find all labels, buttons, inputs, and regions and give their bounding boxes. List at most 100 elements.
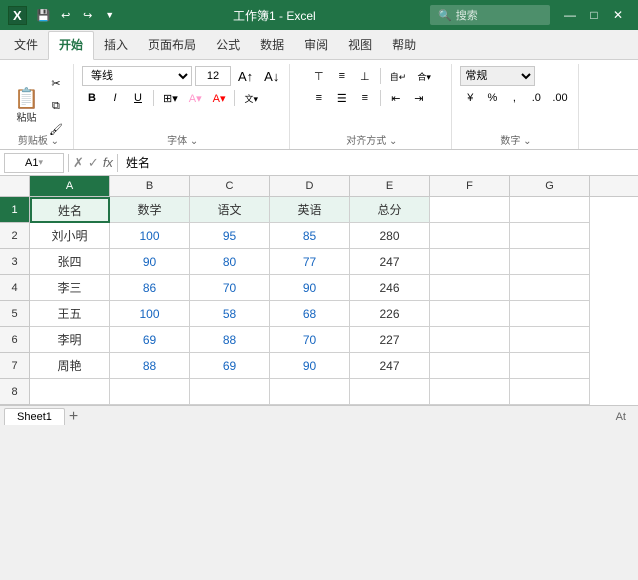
cell-a2[interactable]: 刘小明 bbox=[30, 223, 110, 249]
save-icon[interactable]: 💾 bbox=[35, 6, 53, 24]
tab-data[interactable]: 数据 bbox=[250, 32, 294, 59]
increase-font-button[interactable]: A↑ bbox=[234, 66, 257, 86]
cell-c6[interactable]: 88 bbox=[190, 327, 270, 353]
col-header-b[interactable]: B bbox=[110, 176, 190, 196]
cell-e8[interactable] bbox=[350, 379, 430, 405]
cell-b3[interactable]: 90 bbox=[110, 249, 190, 275]
cell-e2[interactable]: 280 bbox=[350, 223, 430, 249]
cell-d1[interactable]: 英语 bbox=[270, 197, 350, 223]
cell-b8[interactable] bbox=[110, 379, 190, 405]
cell-b6[interactable]: 69 bbox=[110, 327, 190, 353]
cell-g8[interactable] bbox=[510, 379, 590, 405]
row-header-5[interactable]: 5 bbox=[0, 301, 30, 327]
cell-e7[interactable]: 247 bbox=[350, 353, 430, 379]
name-box[interactable]: A1 ▾ bbox=[4, 153, 64, 173]
font-color-button[interactable]: A▾ bbox=[209, 88, 230, 108]
cell-e3[interactable]: 247 bbox=[350, 249, 430, 275]
cell-g4[interactable] bbox=[510, 275, 590, 301]
cell-a4[interactable]: 李三 bbox=[30, 275, 110, 301]
italic-button[interactable]: I bbox=[105, 88, 125, 108]
col-header-c[interactable]: C bbox=[190, 176, 270, 196]
redo-icon[interactable]: ↪ bbox=[79, 6, 97, 24]
decrease-font-button[interactable]: A↓ bbox=[260, 66, 283, 86]
cell-g2[interactable] bbox=[510, 223, 590, 249]
fill-color-button[interactable]: A▾ bbox=[185, 88, 206, 108]
cell-c7[interactable]: 69 bbox=[190, 353, 270, 379]
cell-f3[interactable] bbox=[430, 249, 510, 275]
cell-f2[interactable] bbox=[430, 223, 510, 249]
cell-c5[interactable]: 58 bbox=[190, 301, 270, 327]
align-top-button[interactable]: ⊤ bbox=[309, 66, 329, 86]
cell-b2[interactable]: 100 bbox=[110, 223, 190, 249]
cell-e4[interactable]: 246 bbox=[350, 275, 430, 301]
add-sheet-button[interactable]: + bbox=[69, 408, 78, 426]
tab-insert[interactable]: 插入 bbox=[94, 32, 138, 59]
row-header-8[interactable]: 8 bbox=[0, 379, 30, 405]
cell-e6[interactable]: 227 bbox=[350, 327, 430, 353]
tab-page-layout[interactable]: 页面布局 bbox=[138, 32, 206, 59]
tab-view[interactable]: 视图 bbox=[338, 32, 382, 59]
cell-e1[interactable]: 总分 bbox=[350, 197, 430, 223]
cell-g6[interactable] bbox=[510, 327, 590, 353]
font-name-select[interactable]: 等线 bbox=[82, 66, 192, 86]
row-header-6[interactable]: 6 bbox=[0, 327, 30, 353]
cell-g1[interactable] bbox=[510, 197, 590, 223]
cell-c4[interactable]: 70 bbox=[190, 275, 270, 301]
align-middle-button[interactable]: ≡ bbox=[332, 66, 352, 86]
cell-a3[interactable]: 张四 bbox=[30, 249, 110, 275]
maximize-button[interactable]: □ bbox=[582, 5, 606, 25]
cell-g7[interactable] bbox=[510, 353, 590, 379]
cell-d8[interactable] bbox=[270, 379, 350, 405]
cell-c1[interactable]: 语文 bbox=[190, 197, 270, 223]
bold-button[interactable]: B bbox=[82, 88, 102, 108]
cell-b4[interactable]: 86 bbox=[110, 275, 190, 301]
percent-button[interactable]: % bbox=[482, 88, 502, 108]
col-header-g[interactable]: G bbox=[510, 176, 590, 196]
cell-c3[interactable]: 80 bbox=[190, 249, 270, 275]
close-button[interactable]: ✕ bbox=[606, 5, 630, 25]
copy-button[interactable]: ⧉ bbox=[45, 97, 67, 117]
border-button[interactable]: ⊞▾ bbox=[159, 88, 182, 108]
col-header-e[interactable]: E bbox=[350, 176, 430, 196]
underline-button[interactable]: U bbox=[128, 88, 148, 108]
cell-e5[interactable]: 226 bbox=[350, 301, 430, 327]
formula-fx-icon[interactable]: fx bbox=[103, 155, 113, 170]
font-size-input[interactable] bbox=[195, 66, 231, 86]
decimal-decrease-button[interactable]: .00 bbox=[548, 88, 571, 108]
row-header-4[interactable]: 4 bbox=[0, 275, 30, 301]
cell-f1[interactable] bbox=[430, 197, 510, 223]
phonetic-button[interactable]: 文▾ bbox=[240, 88, 262, 108]
cell-b5[interactable]: 100 bbox=[110, 301, 190, 327]
align-left-button[interactable]: ≡ bbox=[309, 88, 329, 108]
cell-g5[interactable] bbox=[510, 301, 590, 327]
formula-check-icon[interactable]: ✓ bbox=[88, 155, 99, 171]
tab-help[interactable]: 帮助 bbox=[382, 32, 426, 59]
formula-cross-icon[interactable]: ✗ bbox=[73, 155, 84, 171]
col-header-f[interactable]: F bbox=[430, 176, 510, 196]
cell-f4[interactable] bbox=[430, 275, 510, 301]
cell-d7[interactable]: 90 bbox=[270, 353, 350, 379]
cell-a1[interactable]: 姓名 bbox=[30, 197, 110, 223]
currency-button[interactable]: ¥ bbox=[460, 88, 480, 108]
cell-d2[interactable]: 85 bbox=[270, 223, 350, 249]
cell-c8[interactable] bbox=[190, 379, 270, 405]
merge-button[interactable]: 合▾ bbox=[413, 66, 435, 86]
col-header-d[interactable]: D bbox=[270, 176, 350, 196]
cell-b7[interactable]: 88 bbox=[110, 353, 190, 379]
cell-a8[interactable] bbox=[30, 379, 110, 405]
wrap-text-button[interactable]: 自↵ bbox=[386, 66, 411, 86]
tab-home[interactable]: 开始 bbox=[48, 31, 94, 60]
decimal-increase-button[interactable]: .0 bbox=[526, 88, 546, 108]
align-right-button[interactable]: ≡ bbox=[355, 88, 375, 108]
cell-a7[interactable]: 周艳 bbox=[30, 353, 110, 379]
align-center-button[interactable]: ☰ bbox=[332, 88, 352, 108]
tab-review[interactable]: 审阅 bbox=[294, 32, 338, 59]
more-icon[interactable]: ▼ bbox=[101, 6, 119, 24]
thousand-button[interactable]: , bbox=[504, 88, 524, 108]
undo-icon[interactable]: ↩ bbox=[57, 6, 75, 24]
row-header-2[interactable]: 2 bbox=[0, 223, 30, 249]
cell-d3[interactable]: 77 bbox=[270, 249, 350, 275]
cell-f5[interactable] bbox=[430, 301, 510, 327]
cell-b1[interactable]: 数学 bbox=[110, 197, 190, 223]
row-header-3[interactable]: 3 bbox=[0, 249, 30, 275]
